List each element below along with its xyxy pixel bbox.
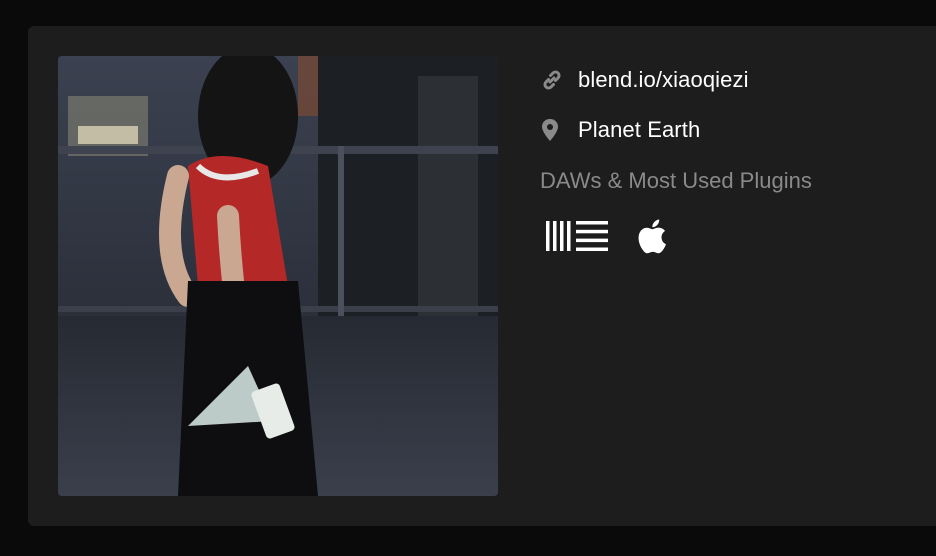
daws-section-title: DAWs & Most Used Plugins — [540, 168, 812, 193]
daws-list — [540, 216, 936, 256]
profile-photo[interactable] — [58, 56, 498, 496]
profile-location-row: Planet Earth — [540, 114, 936, 146]
profile-link[interactable]: blend.io/xiaoqiezi — [578, 67, 749, 93]
profile-card: blend.io/xiaoqiezi Planet Earth DAWs & M… — [28, 26, 936, 526]
profile-info: blend.io/xiaoqiezi Planet Earth DAWs & M… — [540, 64, 936, 256]
link-icon — [540, 67, 566, 93]
apple-logic-icon[interactable] — [638, 216, 672, 256]
map-pin-icon — [540, 117, 566, 143]
profile-photo-image — [58, 56, 498, 496]
profile-location: Planet Earth — [578, 117, 701, 142]
profile-link-row: blend.io/xiaoqiezi — [540, 64, 936, 96]
ableton-live-icon[interactable] — [546, 216, 608, 256]
